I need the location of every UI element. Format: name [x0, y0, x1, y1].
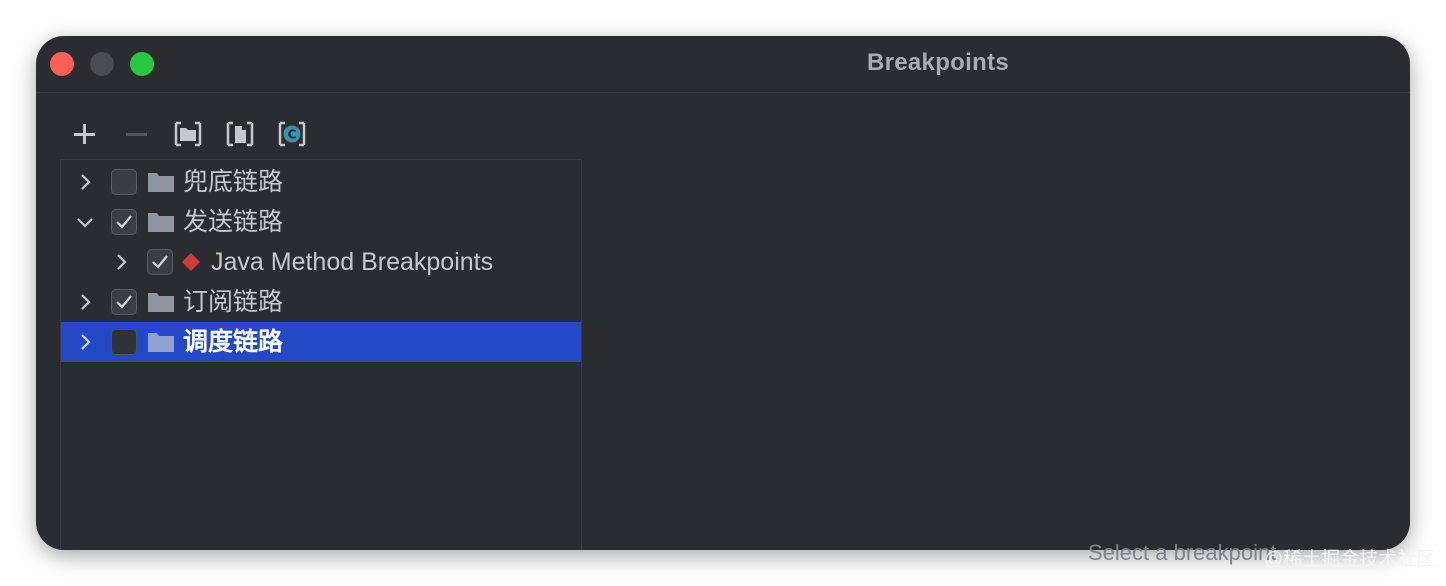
checkmark-icon [152, 255, 168, 269]
plus-icon [74, 124, 95, 144]
row-checkbox[interactable] [111, 289, 137, 315]
minus-icon [126, 133, 147, 136]
tree-row-label: 兜底链路 [183, 168, 284, 196]
tree-row-java-method-breakpoints[interactable]: Java Method Breakpoints [61, 242, 581, 282]
chevron-down-icon[interactable] [73, 210, 97, 234]
package-group-icon [174, 121, 202, 147]
group-by-class-button[interactable]: C [276, 118, 308, 150]
tree-row-label: 调度链路 [183, 328, 284, 356]
row-checkbox[interactable] [111, 169, 137, 195]
file-group-icon [226, 121, 254, 147]
folder-icon [147, 210, 175, 234]
group-by-package-button[interactable] [172, 118, 204, 150]
tree-row-subscribe-chain[interactable]: 订阅链路 [61, 282, 581, 322]
checkmark-icon [116, 295, 132, 309]
row-checkbox[interactable] [147, 249, 173, 275]
checkmark-icon [116, 215, 132, 229]
window-title: Breakpoints [866, 49, 1009, 76]
tree-row-label: 发送链路 [183, 208, 284, 236]
chevron-right-icon[interactable] [109, 250, 133, 274]
row-checkbox[interactable] [111, 209, 137, 235]
tree-row-schedule-chain[interactable]: 调度链路 [61, 322, 581, 362]
tree-row-send-chain[interactable]: 发送链路 [61, 202, 581, 242]
chevron-right-icon[interactable] [73, 170, 97, 194]
breakpoint-detail-panel [582, 93, 1410, 550]
class-group-icon: C [278, 121, 306, 147]
group-by-file-button[interactable] [224, 118, 256, 150]
title-bar: Breakpoints [36, 36, 1410, 93]
folder-icon [147, 330, 175, 354]
add-breakpoint-button[interactable] [68, 118, 100, 150]
detail-placeholder-text: Select a breakpoint [1088, 540, 1277, 565]
folder-icon [147, 170, 175, 194]
svg-text:C: C [288, 128, 297, 142]
breakpoints-tree[interactable]: 兜底链路 发送链路 Java Method Breakpoints 订阅链路 调… [60, 159, 582, 550]
folder-icon [147, 290, 175, 314]
row-checkbox[interactable] [111, 329, 137, 355]
tree-row-fallback-chain[interactable]: 兜底链路 [61, 162, 581, 202]
chevron-right-icon[interactable] [73, 330, 97, 354]
tree-row-label: Java Method Breakpoints [211, 248, 494, 276]
watermark: @稀土掘金技术社区 [1264, 549, 1436, 570]
remove-breakpoint-button[interactable] [120, 118, 152, 150]
breakpoints-window: Breakpoints C 兜底链路 发送链路 Java Method Brea… [36, 36, 1410, 550]
chevron-right-icon[interactable] [73, 290, 97, 314]
tree-row-label: 订阅链路 [183, 288, 284, 316]
method-breakpoint-icon [181, 252, 201, 272]
